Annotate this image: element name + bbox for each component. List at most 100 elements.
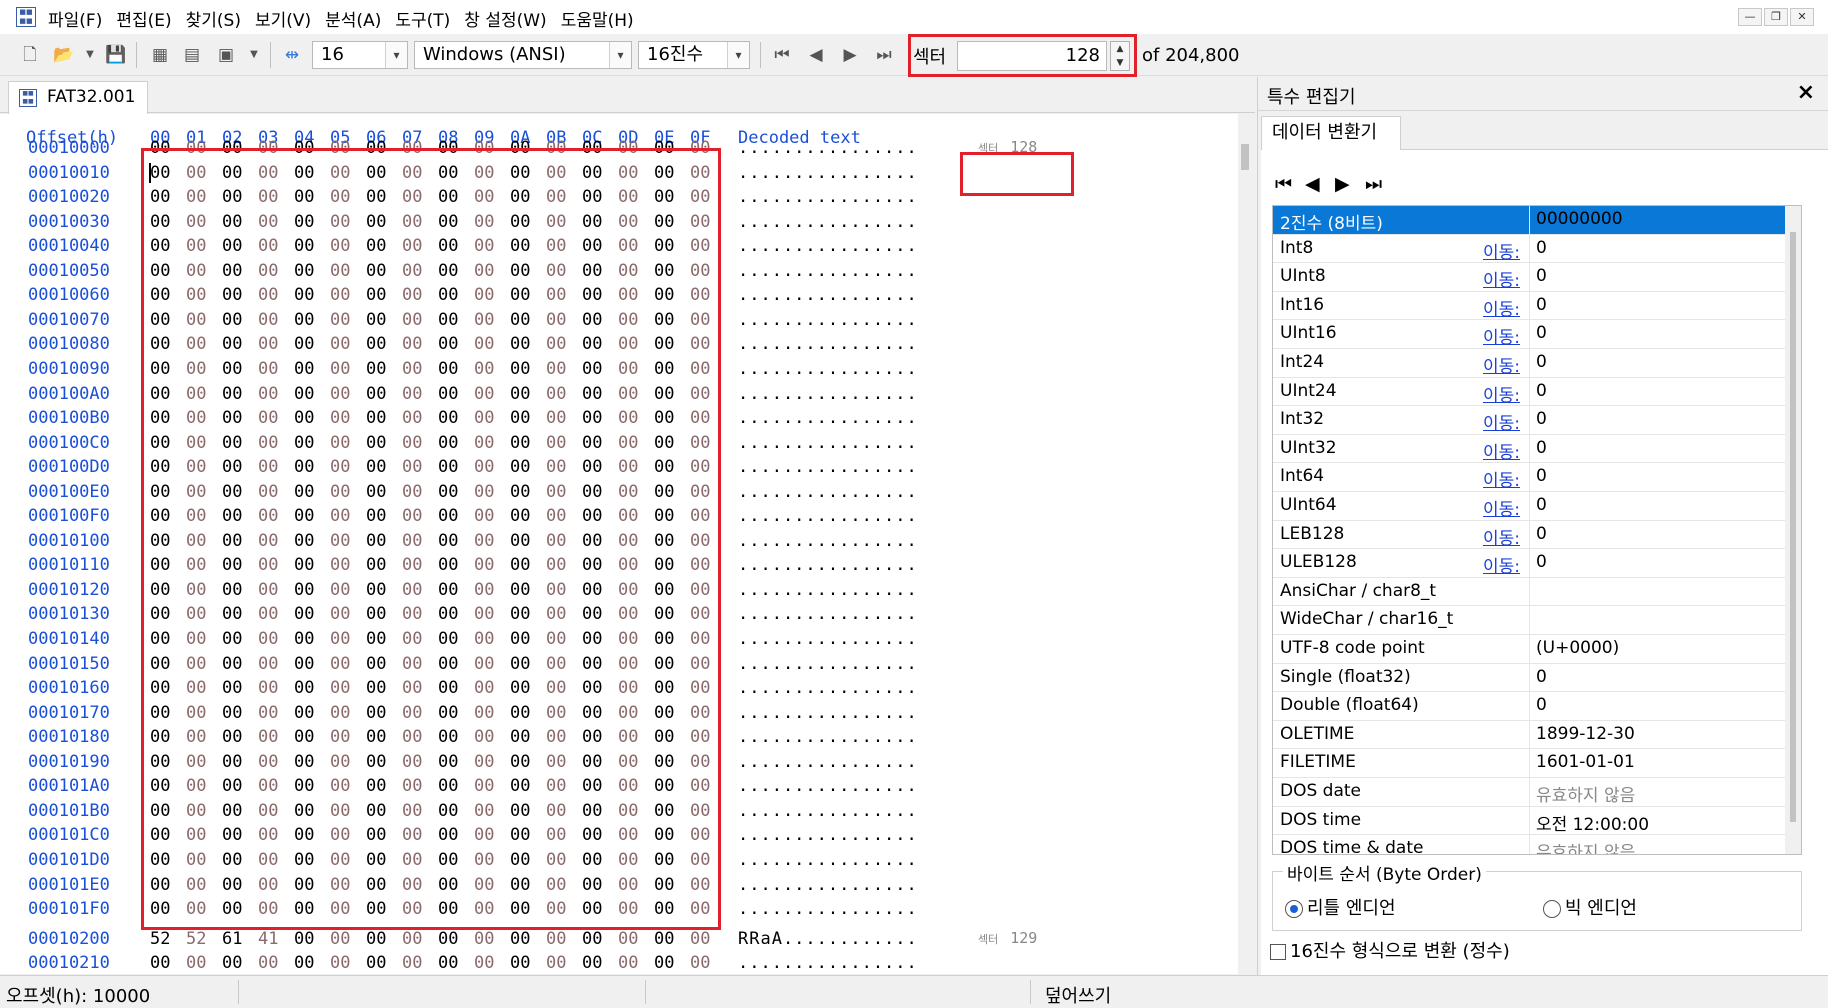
sector-spinner[interactable]: ▲ ▼ [1110, 41, 1130, 71]
goto-link[interactable]: 이동: [1483, 238, 1520, 263]
hex-byte[interactable]: 00 [510, 138, 546, 158]
sector-input[interactable]: 128 [957, 41, 1107, 71]
image-icon[interactable]: ▣ [214, 43, 238, 67]
hex-byte[interactable]: 00 [582, 506, 618, 526]
hex-byte[interactable]: 00 [654, 776, 690, 796]
hex-byte[interactable]: 00 [402, 359, 438, 379]
hex-byte[interactable]: 00 [366, 825, 402, 845]
hex-byte[interactable]: 00 [438, 555, 474, 575]
hex-byte[interactable]: 00 [186, 850, 222, 870]
hex-byte[interactable]: 00 [294, 580, 330, 600]
hex-byte[interactable]: 00 [150, 384, 186, 404]
hex-byte[interactable]: 00 [582, 654, 618, 674]
hex-byte[interactable]: 00 [402, 604, 438, 624]
hex-byte[interactable]: 00 [438, 384, 474, 404]
hex-byte[interactable]: 00 [222, 678, 258, 698]
hex-byte[interactable]: 00 [690, 629, 726, 649]
hex-byte[interactable]: 00 [366, 261, 402, 281]
menu-item[interactable]: 보기(V) [255, 6, 311, 31]
hex-byte[interactable]: 00 [474, 825, 510, 845]
hex-byte[interactable]: 00 [366, 457, 402, 477]
hex-byte[interactable]: 00 [258, 187, 294, 207]
hex-byte[interactable]: 00 [366, 138, 402, 158]
hex-byte[interactable]: 00 [654, 875, 690, 895]
converter-row[interactable]: UInt24 이동: 0 [1273, 377, 1785, 407]
hex-byte[interactable]: 00 [366, 629, 402, 649]
hex-byte[interactable]: 00 [618, 433, 654, 453]
hex-byte[interactable]: 00 [474, 433, 510, 453]
hex-byte[interactable]: 00 [654, 310, 690, 330]
hex-byte[interactable]: 00 [510, 236, 546, 256]
row-bytes[interactable]: 00 00 00 00 00 00 00 00 00 00 00 00 00 00 00 00 [150, 629, 726, 649]
hex-byte[interactable]: 00 [654, 929, 690, 949]
goto-link[interactable]: 이동: [1483, 524, 1520, 549]
row-decoded-text[interactable]: ................ [738, 654, 918, 674]
hex-byte[interactable]: 00 [294, 678, 330, 698]
row-bytes[interactable]: 00 00 00 00 00 00 00 00 00 00 00 00 00 00 00 00 [150, 334, 726, 354]
hex-byte[interactable]: 00 [258, 482, 294, 502]
hex-byte[interactable]: 00 [150, 727, 186, 747]
hex-byte[interactable]: 00 [474, 163, 510, 183]
hex-byte[interactable]: 00 [474, 236, 510, 256]
hex-byte[interactable]: 00 [618, 580, 654, 600]
hex-byte[interactable]: 00 [366, 212, 402, 232]
hex-byte[interactable]: 00 [438, 138, 474, 158]
hex-byte[interactable]: 00 [402, 506, 438, 526]
copy-disk-icon[interactable]: ▤ [180, 43, 204, 67]
hex-byte[interactable]: 00 [474, 359, 510, 379]
hex-byte[interactable]: 00 [402, 212, 438, 232]
hex-byte[interactable]: 00 [690, 212, 726, 232]
hex-byte[interactable]: 00 [186, 752, 222, 772]
hex-byte[interactable]: 00 [582, 752, 618, 772]
next-icon[interactable]: ▶ [1335, 173, 1365, 195]
converter-value[interactable]: (U+0000) [1536, 638, 1619, 658]
row-bytes[interactable]: 00 00 00 00 00 00 00 00 00 00 00 00 00 00 00 00 [150, 163, 726, 183]
hex-byte[interactable]: 00 [222, 727, 258, 747]
hex-byte[interactable]: 00 [258, 310, 294, 330]
hex-byte[interactable]: 00 [546, 457, 582, 477]
converter-row[interactable]: Int8 이동: 0 [1273, 234, 1785, 264]
hex-byte[interactable]: 00 [258, 727, 294, 747]
hex-byte[interactable]: 00 [474, 604, 510, 624]
converter-row[interactable]: UInt8 이동: 0 [1273, 263, 1785, 292]
hex-byte[interactable]: 00 [474, 408, 510, 428]
hex-byte[interactable]: 00 [222, 776, 258, 796]
hex-byte[interactable]: 00 [222, 752, 258, 772]
hex-byte[interactable]: 00 [474, 138, 510, 158]
hex-byte[interactable]: 00 [474, 580, 510, 600]
hex-byte[interactable]: 00 [546, 929, 582, 949]
hex-byte[interactable]: 00 [330, 654, 366, 674]
goto-link[interactable]: 이동: [1483, 295, 1520, 320]
row-decoded-text[interactable]: ................ [738, 776, 918, 796]
hex-byte[interactable]: 00 [222, 433, 258, 453]
converter-value[interactable]: 0 [1536, 667, 1547, 687]
hex-byte[interactable]: 00 [510, 163, 546, 183]
hex-byte[interactable]: 00 [294, 285, 330, 305]
hex-byte[interactable]: 00 [654, 163, 690, 183]
hex-byte[interactable]: 00 [546, 285, 582, 305]
converter-row[interactable]: UTF-8 code point (U+0000) [1273, 635, 1785, 664]
hex-byte[interactable]: 00 [366, 482, 402, 502]
row-decoded-text[interactable]: ................ [738, 310, 918, 330]
hex-byte[interactable]: 00 [222, 334, 258, 354]
hex-byte[interactable]: 00 [474, 261, 510, 281]
hex-byte[interactable]: 00 [438, 261, 474, 281]
converter-value[interactable]: 0 [1536, 524, 1547, 544]
hex-byte[interactable]: 00 [222, 408, 258, 428]
hex-byte[interactable]: 00 [258, 334, 294, 354]
hex-byte[interactable]: 00 [438, 359, 474, 379]
hex-byte[interactable]: 00 [582, 531, 618, 551]
hex-byte[interactable]: 00 [150, 899, 186, 919]
hex-byte[interactable]: 00 [546, 678, 582, 698]
hex-byte[interactable]: 00 [294, 187, 330, 207]
hex-byte[interactable]: 00 [690, 457, 726, 477]
hex-byte[interactable]: 00 [582, 801, 618, 821]
hex-byte[interactable]: 00 [294, 261, 330, 281]
hex-byte[interactable]: 00 [690, 899, 726, 919]
hex-byte[interactable]: 00 [546, 482, 582, 502]
hex-byte[interactable]: 00 [330, 359, 366, 379]
hex-byte[interactable]: 00 [186, 875, 222, 895]
hex-byte[interactable]: 00 [618, 138, 654, 158]
hex-byte[interactable]: 00 [258, 801, 294, 821]
row-bytes[interactable]: 00 00 00 00 00 00 00 00 00 00 00 00 00 00 00 00 [150, 703, 726, 723]
